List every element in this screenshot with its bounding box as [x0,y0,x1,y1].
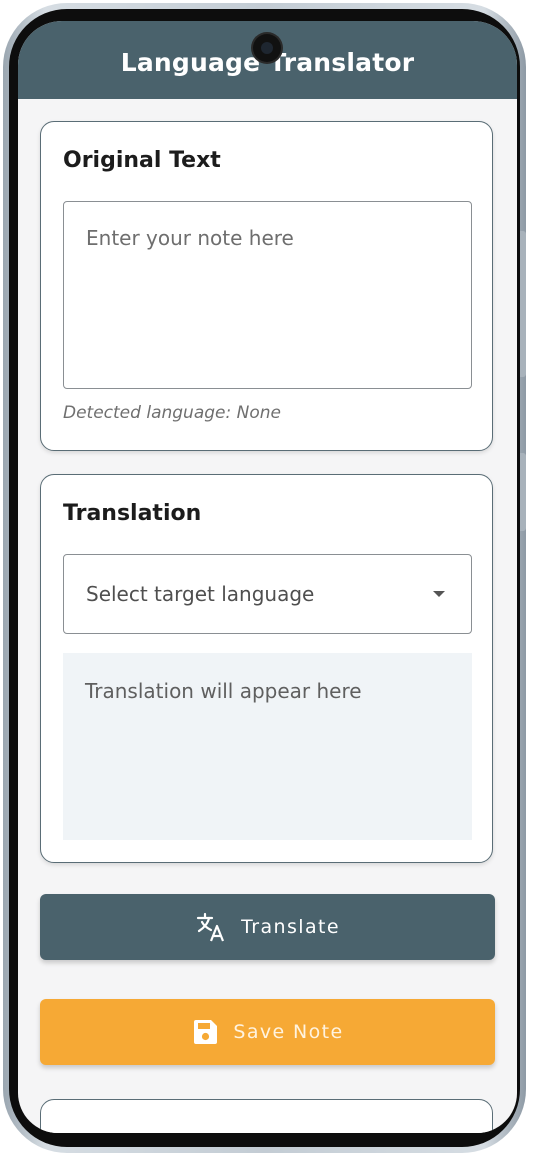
detected-language-label: Detected language: None [63,403,281,423]
translation-output: Translation will appear here [63,653,472,840]
target-language-placeholder: Select target language [86,582,315,606]
translation-title: Translation [63,501,202,526]
volume-button [520,231,526,377]
save-icon [191,1018,219,1046]
translate-button[interactable]: Translate [40,894,495,960]
save-note-button-label: Save Note [233,1021,344,1043]
translation-output-placeholder: Translation will appear here [85,679,362,703]
translate-icon [195,911,227,943]
original-text-title: Original Text [63,148,221,173]
dropdown-arrow-icon [433,591,445,597]
target-language-select[interactable]: Select target language [63,554,472,634]
phone-frame: Language Translator Original Text Enter … [3,3,526,1153]
app-screen: Language Translator Original Text Enter … [18,21,517,1133]
front-camera [253,34,281,62]
save-note-button[interactable]: Save Note [40,999,495,1065]
original-text-card: Original Text Enter your note here Detec… [40,121,493,451]
translate-button-label: Translate [241,916,340,938]
saved-notes-card [40,1099,493,1133]
original-text-placeholder: Enter your note here [86,226,294,250]
power-button [520,453,526,531]
translation-card: Translation Select target language Trans… [40,474,493,863]
original-text-input[interactable]: Enter your note here [63,201,472,389]
